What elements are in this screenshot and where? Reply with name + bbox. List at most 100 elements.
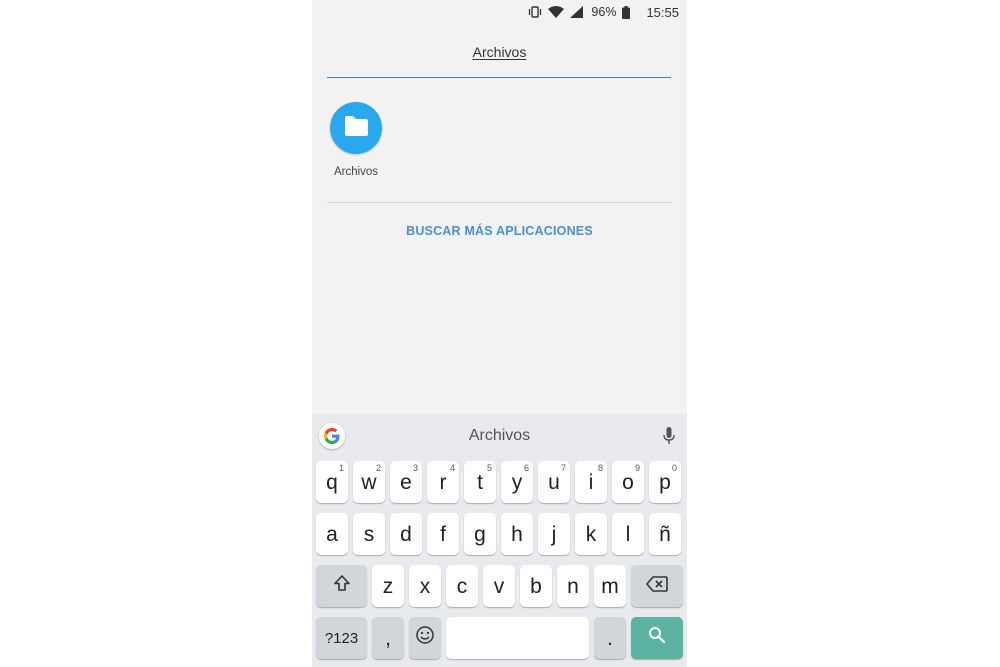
backspace-icon xyxy=(646,574,668,598)
keyboard: Archivos 1q2w3e4r5t6y7u8i9o0p asdfghjklñ… xyxy=(312,414,687,667)
key-number-hint: 7 xyxy=(560,463,566,473)
key-number-hint: 6 xyxy=(523,463,529,473)
vibrate-icon xyxy=(528,6,542,18)
key-i[interactable]: 8i xyxy=(575,461,607,503)
app-label: Archivos xyxy=(333,166,379,178)
key-label: i xyxy=(588,470,594,494)
key-x[interactable]: x xyxy=(409,565,441,607)
key-number-hint: 2 xyxy=(375,463,381,473)
key-label: y xyxy=(511,470,523,494)
app-result-archivos[interactable]: Archivos xyxy=(326,102,386,178)
key-s[interactable]: s xyxy=(353,513,385,555)
search-more-apps-button[interactable]: BUSCAR MÁS APLICACIONES xyxy=(312,224,687,238)
search-key[interactable] xyxy=(631,617,683,659)
suggestion-bar: Archivos xyxy=(312,414,687,458)
key-label: w xyxy=(361,470,377,494)
emoji-key[interactable] xyxy=(409,617,441,659)
key-label: b xyxy=(530,574,542,598)
key-label: c xyxy=(456,574,468,598)
key-y[interactable]: 6y xyxy=(501,461,533,503)
key-h[interactable]: h xyxy=(501,513,533,555)
key-n[interactable]: n xyxy=(557,565,589,607)
key-u[interactable]: 7u xyxy=(538,461,570,503)
key-row-2: a s d f ghjkl ñ xyxy=(312,513,687,555)
key-ñ[interactable]: ñ xyxy=(649,513,681,555)
symbols-key-label: ?123 xyxy=(324,629,359,647)
key-number-hint: 8 xyxy=(597,463,603,473)
microphone-icon[interactable] xyxy=(661,426,677,446)
key-label: o xyxy=(622,470,634,494)
key-t[interactable]: 5t xyxy=(464,461,496,503)
key-d[interactable]: d xyxy=(390,513,422,555)
key-label: v xyxy=(493,574,505,598)
symbols-key[interactable]: ?123 xyxy=(316,617,367,659)
key-label: d xyxy=(400,522,412,546)
space-key[interactable] xyxy=(446,617,589,659)
app-icon-circle xyxy=(330,102,382,154)
battery-percentage: 96% xyxy=(591,5,617,19)
key-r[interactable]: 4r xyxy=(427,461,459,503)
key-k[interactable]: k xyxy=(575,513,607,555)
wifi-icon xyxy=(548,6,565,18)
key-row-3: z x c v b nm xyxy=(312,565,687,607)
key-j[interactable]: j xyxy=(538,513,570,555)
key-label: u xyxy=(548,470,560,494)
key-f[interactable]: f xyxy=(427,513,459,555)
folder-icon xyxy=(343,115,369,142)
key-label: e xyxy=(400,470,412,494)
key-number-hint: 4 xyxy=(449,463,455,473)
key-z[interactable]: z xyxy=(372,565,404,607)
key-row-4: ?123 , . xyxy=(312,617,687,659)
key-m[interactable]: m xyxy=(594,565,626,607)
key-number-hint: 3 xyxy=(412,463,418,473)
key-q[interactable]: 1q xyxy=(316,461,348,503)
key-label: r xyxy=(439,470,447,494)
key-label: g xyxy=(474,522,486,546)
emoji-icon xyxy=(415,625,435,651)
period-key[interactable]: . xyxy=(594,617,626,659)
shift-key[interactable] xyxy=(316,565,367,607)
key-l[interactable]: l xyxy=(612,513,644,555)
key-w[interactable]: 2w xyxy=(353,461,385,503)
key-p[interactable]: 0p xyxy=(649,461,681,503)
shift-icon xyxy=(333,574,351,598)
key-label: ñ xyxy=(659,522,671,546)
key-a[interactable]: a xyxy=(316,513,348,555)
period-key-label: . xyxy=(607,626,613,650)
key-number-hint: 9 xyxy=(634,463,640,473)
search-query-text[interactable]: Archivos xyxy=(312,44,687,60)
key-label: l xyxy=(625,522,631,546)
key-e[interactable]: 3e xyxy=(390,461,422,503)
key-label: a xyxy=(326,522,338,546)
key-b[interactable]: b xyxy=(520,565,552,607)
key-c[interactable]: c xyxy=(446,565,478,607)
key-label: m xyxy=(601,574,619,598)
results-divider xyxy=(327,202,671,203)
key-g[interactable]: g xyxy=(464,513,496,555)
suggestion-word[interactable]: Archivos xyxy=(312,427,687,445)
key-label: z xyxy=(382,574,394,598)
signal-icon xyxy=(570,6,584,18)
key-number-hint: 1 xyxy=(338,463,344,473)
key-label: n xyxy=(567,574,579,598)
clock: 15:55 xyxy=(646,4,679,20)
search-underline xyxy=(327,77,671,78)
key-label: s xyxy=(363,522,375,546)
key-label: x xyxy=(419,574,431,598)
search-icon xyxy=(648,626,666,650)
key-v[interactable]: v xyxy=(483,565,515,607)
key-label: f xyxy=(440,522,446,546)
battery-icon xyxy=(622,5,631,19)
key-number-hint: 5 xyxy=(486,463,492,473)
key-label: p xyxy=(659,470,671,494)
status-bar: 96% 15:55 xyxy=(312,0,687,24)
key-row-1: 1q2w3e4r5t6y7u8i9o0p xyxy=(312,461,687,503)
key-number-hint: 0 xyxy=(671,463,677,473)
phone-screen: 96% 15:55 Archivos Archivos BUSCAR MÁS A… xyxy=(312,0,687,667)
key-label: q xyxy=(326,470,338,494)
comma-key[interactable]: , xyxy=(372,617,404,659)
key-o[interactable]: 9o xyxy=(612,461,644,503)
key-label: t xyxy=(477,470,483,494)
backspace-key[interactable] xyxy=(631,565,683,607)
comma-key-label: , xyxy=(385,626,391,650)
